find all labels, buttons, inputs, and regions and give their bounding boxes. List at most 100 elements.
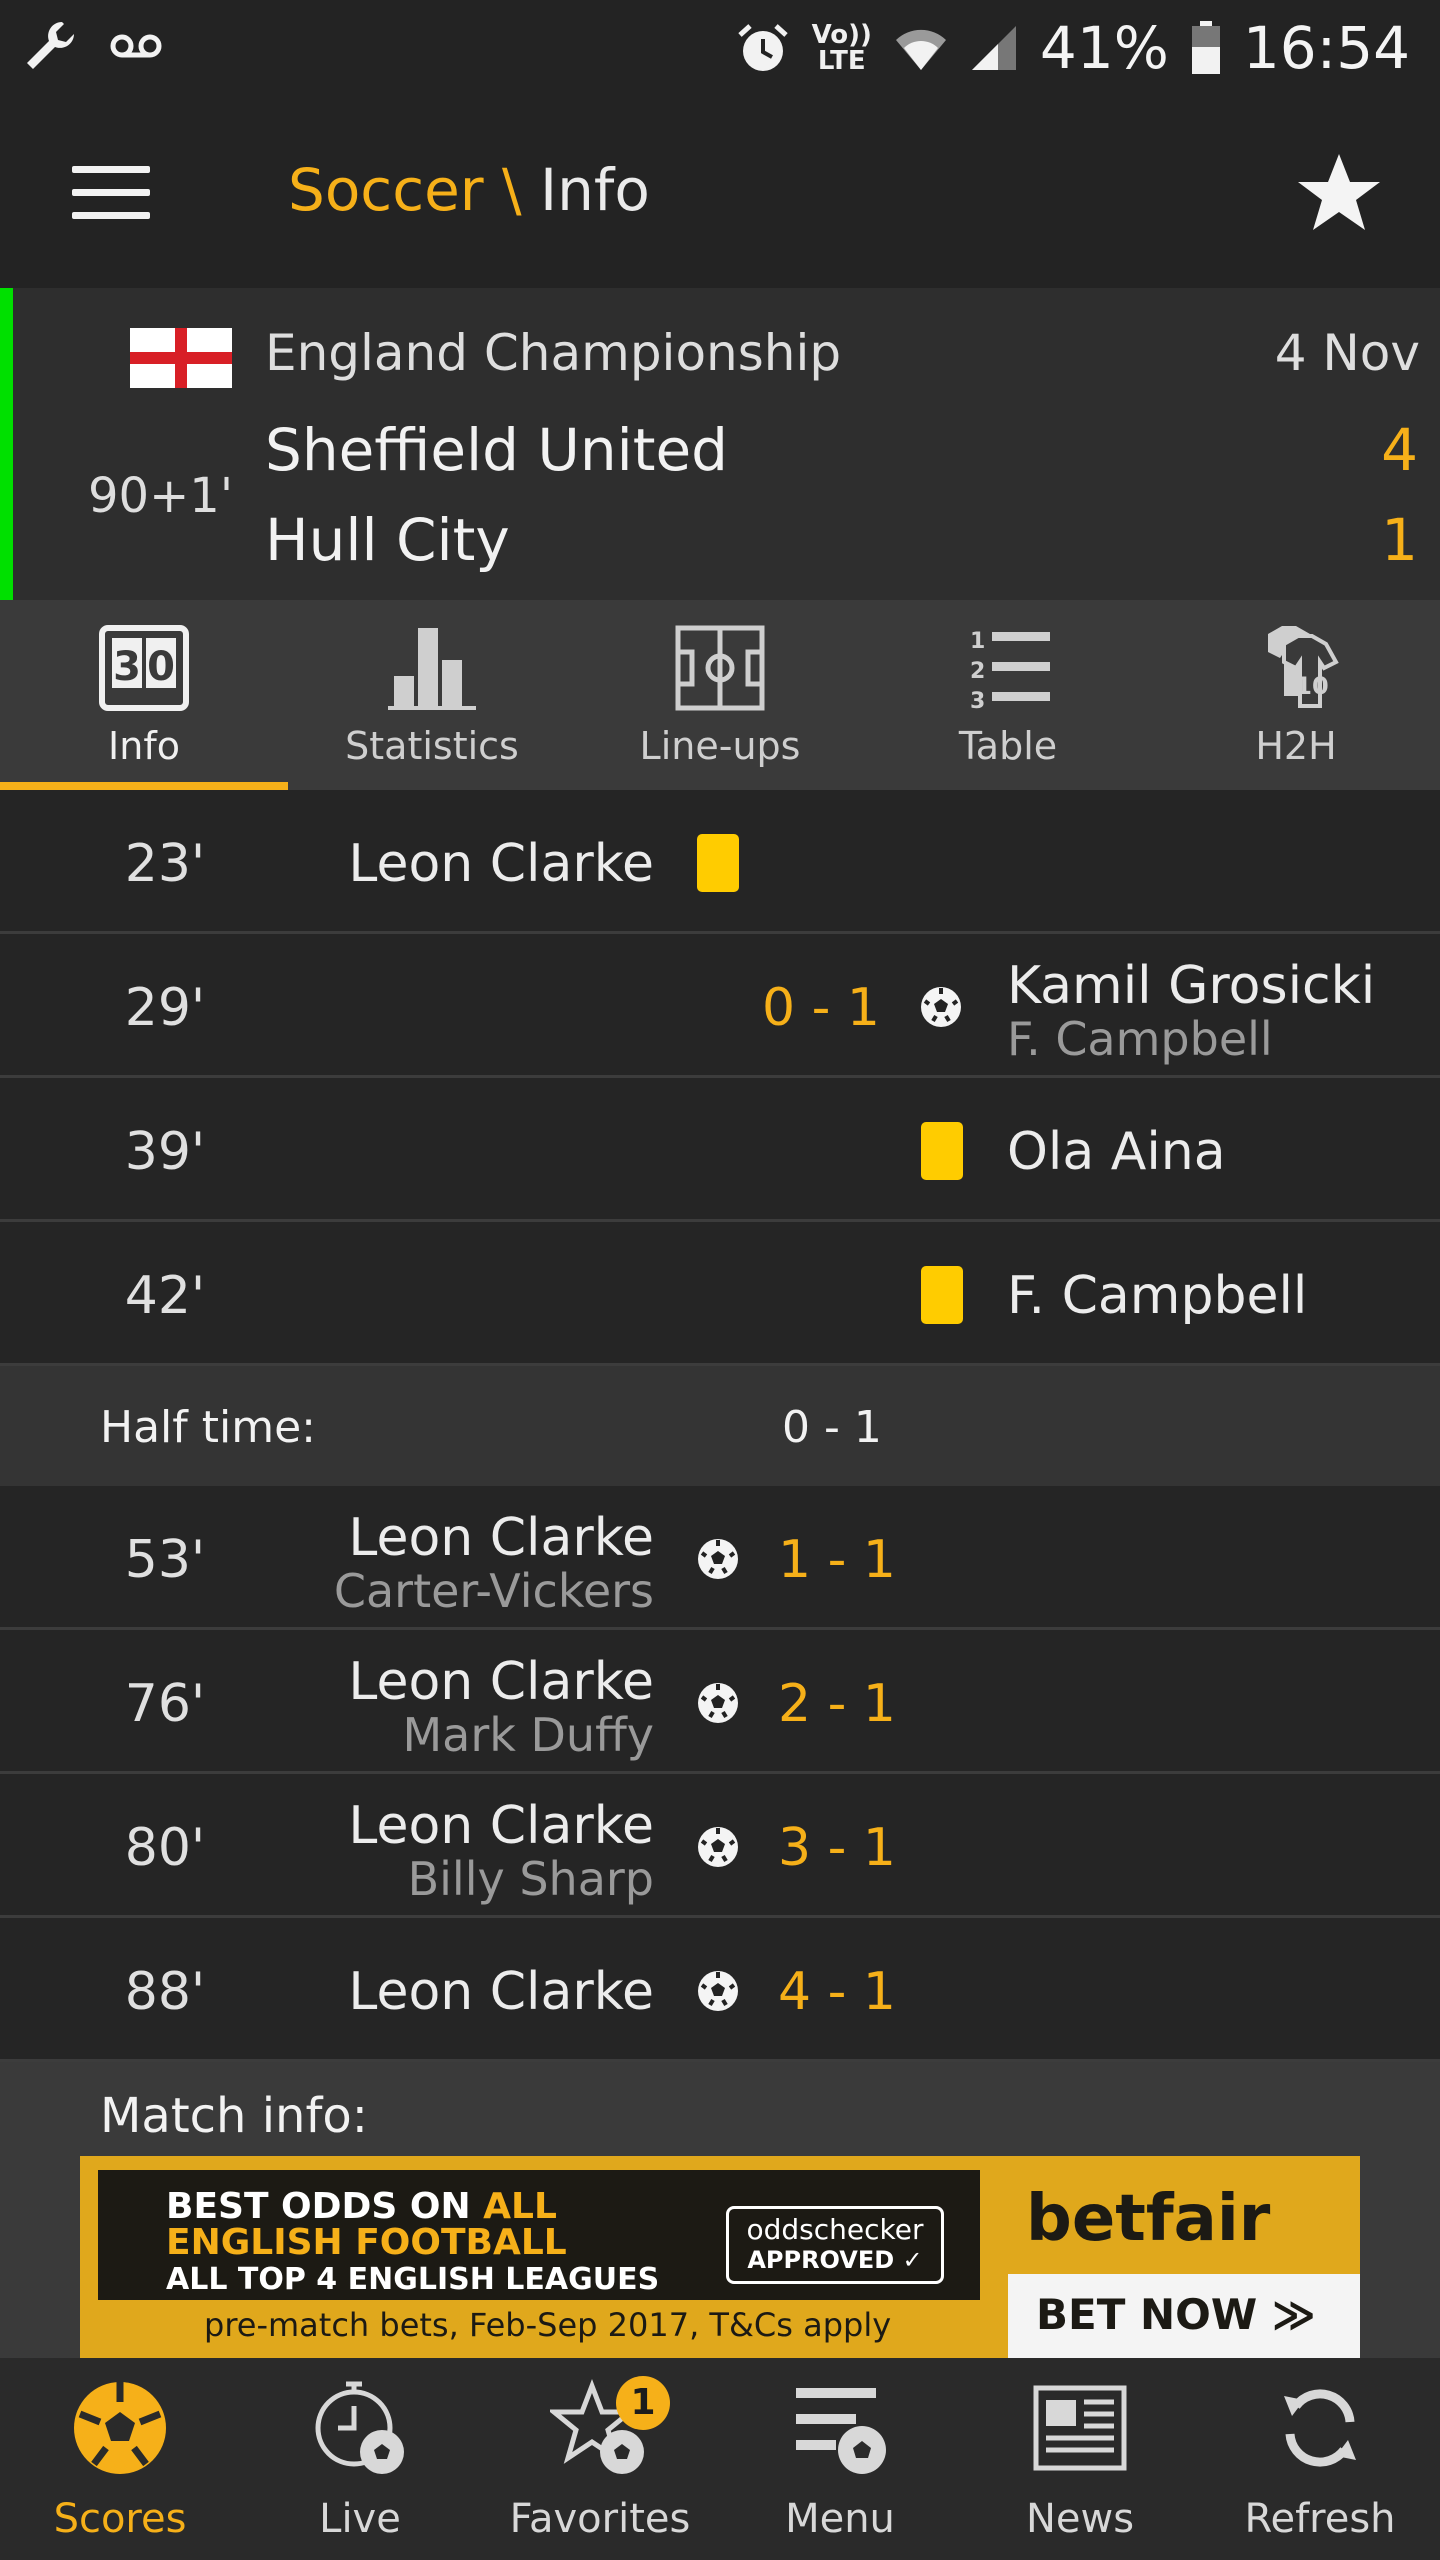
event-minute: 53' <box>124 1530 206 1590</box>
ad-leagues: ALL TOP 4 ENGLISH LEAGUES <box>166 2262 660 2297</box>
nav-menu[interactable]: Menu <box>720 2358 960 2560</box>
tab-lineups[interactable]: Line-ups <box>576 600 864 790</box>
tab-label: Line-ups <box>639 724 801 768</box>
refresh-icon <box>1284 2389 1356 2467</box>
event-player: Leon Clarke <box>348 1508 654 1568</box>
battery-icon <box>1191 21 1220 74</box>
yellow-card-icon <box>697 834 739 892</box>
event-player: Kamil Grosicki <box>1007 956 1376 1016</box>
volte-icon: Vo)) LTE <box>811 20 872 76</box>
live-indicator <box>0 288 13 600</box>
england-flag-icon <box>130 328 232 388</box>
svg-text:3: 3 <box>970 689 985 714</box>
event-player: Leon Clarke <box>348 1652 654 1712</box>
soccer-ball-icon <box>698 1827 738 1867</box>
signal-icon <box>971 26 1016 70</box>
event-minute: 23' <box>124 834 206 894</box>
event-row: 53' Leon Clarke Carter-Vickers 1 - 1 <box>0 1486 1440 1630</box>
event-assist: Billy Sharp <box>407 1852 654 1906</box>
nav-refresh[interactable]: Refresh <box>1200 2358 1440 2560</box>
half-time-score: 0 - 1 <box>782 1402 882 1453</box>
yellow-card-icon <box>921 1122 963 1180</box>
tab-label: Statistics <box>345 724 519 768</box>
nav-live[interactable]: Live <box>240 2358 480 2560</box>
match-tabs: 3 0 Info Statistics Line-ups 1 2 3 Table… <box>0 600 1440 790</box>
half-time-row: Half time: 0 - 1 <box>0 1366 1440 1486</box>
home-score: 4 <box>1381 416 1418 484</box>
hamburger-menu-icon[interactable] <box>72 166 150 220</box>
event-player: Leon Clarke <box>348 1796 654 1856</box>
event-player: Leon Clarke <box>348 1962 654 2022</box>
event-minute: 76' <box>124 1674 206 1734</box>
newspaper-icon <box>1033 2385 1127 2471</box>
shirts-icon: 10 <box>1268 626 1339 708</box>
ad-headline: BEST ODDS ON ALL <box>166 2186 557 2227</box>
event-row: 23' Leon Clarke <box>0 790 1440 934</box>
soccer-ball-icon <box>921 987 961 1027</box>
home-team: Sheffield United <box>265 416 728 484</box>
scoreboard-icon: 3 0 <box>99 625 189 711</box>
tab-info[interactable]: 3 0 Info <box>0 600 288 790</box>
event-assist: F. Campbell <box>1007 1012 1273 1066</box>
soccer-ball-icon <box>698 1971 738 2011</box>
event-row: 42' F. Campbell <box>0 1222 1440 1366</box>
tab-h2h[interactable]: 10 H2H <box>1152 600 1440 790</box>
event-player: Leon Clarke <box>348 834 654 894</box>
ad-panel: BEST ODDS ON ALL ENGLISH FOOTBALL ALL TO… <box>98 2170 980 2300</box>
tab-statistics[interactable]: Statistics <box>288 600 576 790</box>
away-score: 1 <box>1381 506 1418 574</box>
ad-terms: pre-match bets, Feb-Sep 2017, T&Cs apply <box>204 2306 892 2344</box>
event-score: 4 - 1 <box>778 1962 896 2022</box>
page-title: Soccer \ Info <box>288 156 650 224</box>
nav-scores[interactable]: Scores <box>0 2358 240 2560</box>
yellow-card-icon <box>921 1266 963 1324</box>
tab-table[interactable]: 1 2 3 Table <box>864 600 1152 790</box>
match-events: 23' Leon Clarke 29' 0 - 1 Kamil Grosicki… <box>0 790 1440 2358</box>
event-minute: 88' <box>124 1962 206 2022</box>
alarm-icon <box>737 24 788 71</box>
tab-label: H2H <box>1255 724 1337 768</box>
nav-news[interactable]: News <box>960 2358 1200 2560</box>
soccer-ball-icon <box>698 1683 738 1723</box>
nav-label: Favorites <box>509 2496 691 2542</box>
status-bar: Vo)) LTE 41% 16:54 <box>0 0 1440 100</box>
event-row: 76' Leon Clarke Mark Duffy 2 - 1 <box>0 1630 1440 1774</box>
match-header[interactable]: England Championship 4 Nov 90+1' Sheffie… <box>0 288 1440 600</box>
event-row: 29' 0 - 1 Kamil Grosicki F. Campbell <box>0 934 1440 1078</box>
pitch-icon <box>675 625 765 711</box>
away-team: Hull City <box>265 506 510 574</box>
soccer-ball-icon <box>698 1539 738 1579</box>
favorites-count-badge: 1 <box>616 2376 670 2430</box>
event-score: 2 - 1 <box>778 1674 896 1734</box>
event-minute: 39' <box>124 1122 206 1182</box>
tab-label: Table <box>958 724 1058 768</box>
breadcrumb-separator: \ <box>483 156 541 224</box>
event-minute: 42' <box>124 1266 206 1326</box>
event-row: 39' Ola Aina <box>0 1078 1440 1222</box>
svg-text:3: 3 <box>113 644 141 690</box>
oddschecker-badge: oddschecker APPROVED ✓ <box>726 2206 944 2284</box>
breadcrumb-section[interactable]: Soccer <box>288 156 484 224</box>
svg-text:10: 10 <box>1295 672 1328 700</box>
favorite-star-icon[interactable] <box>1294 148 1384 238</box>
menu-ball-icon <box>796 2388 886 2474</box>
nav-favorites[interactable]: 1 Favorites <box>480 2358 720 2560</box>
nav-label: News <box>1025 2496 1135 2542</box>
bet-now-button[interactable]: BET NOW ≫ <box>1008 2274 1360 2358</box>
ranked-list-icon: 1 2 3 <box>970 629 1050 714</box>
voicemail-icon <box>110 34 162 58</box>
match-info-section: Match info: BEST ODDS ON ALL ENGLISH FOO… <box>0 2062 1440 2358</box>
breadcrumb-current: Info <box>540 156 650 224</box>
svg-text:2: 2 <box>970 659 985 684</box>
wifi-icon <box>895 29 946 70</box>
event-minute: 80' <box>124 1818 206 1878</box>
event-assist: Carter-Vickers <box>333 1564 654 1618</box>
event-assist: Mark Duffy <box>402 1708 654 1762</box>
match-info-label: Match info: <box>100 2088 368 2144</box>
event-row: 88' Leon Clarke 4 - 1 <box>0 1918 1440 2062</box>
bar-chart-icon <box>388 628 476 710</box>
bottom-navigation: Scores Live 1 Favorites Menu News Refres… <box>0 2358 1440 2560</box>
clock: 16:54 <box>1242 14 1410 82</box>
betfair-ad-banner[interactable]: BEST ODDS ON ALL ENGLISH FOOTBALL ALL TO… <box>80 2156 1360 2358</box>
tab-label: Info <box>108 724 180 768</box>
